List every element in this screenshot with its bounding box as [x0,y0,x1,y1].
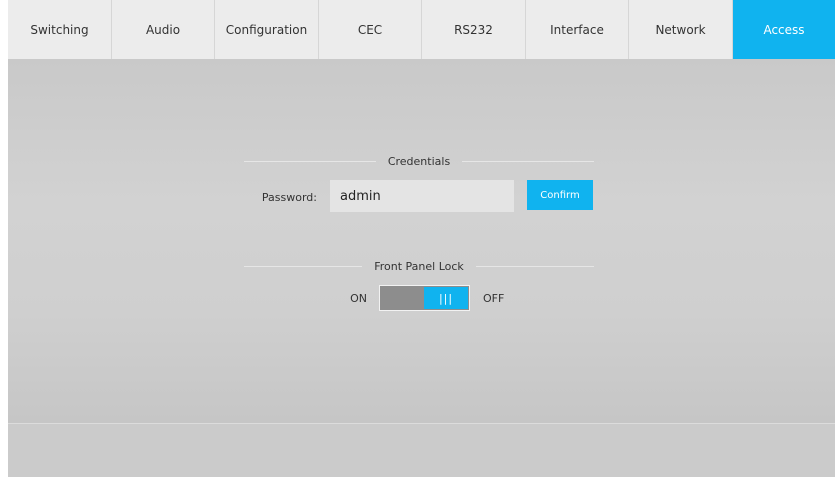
tab-cec[interactable]: CEC [319,0,422,59]
tab-audio[interactable]: Audio [112,0,215,59]
password-label: Password: [261,191,317,204]
front-panel-lock-title: Front Panel Lock [374,260,464,273]
credentials-section-title: Credentials [244,155,595,168]
divider-line [475,266,595,267]
toggle-knob[interactable]: ||| [424,287,468,309]
tab-access[interactable]: Access [733,0,835,59]
footer-bar [8,423,835,477]
confirm-button[interactable]: Confirm [527,180,593,210]
divider-line [244,266,363,267]
front-panel-lock-section-title: Front Panel Lock [244,260,595,273]
tab-rs232[interactable]: RS232 [422,0,526,59]
tab-interface[interactable]: Interface [526,0,629,59]
divider-line [244,161,376,162]
front-panel-lock-toggle[interactable]: ||| [379,285,470,311]
credentials-title: Credentials [387,155,451,168]
tab-configuration[interactable]: Configuration [215,0,319,59]
tab-network[interactable]: Network [629,0,733,59]
divider-line [462,161,595,162]
toggle-on-label: ON [350,292,367,305]
password-input[interactable] [330,180,514,212]
grip-icon: ||| [438,291,454,305]
access-panel [8,59,835,423]
tab-switching[interactable]: Switching [8,0,112,59]
toggle-off-label: OFF [483,292,505,305]
tab-bar: Switching Audio Configuration CEC RS232 … [8,0,835,59]
